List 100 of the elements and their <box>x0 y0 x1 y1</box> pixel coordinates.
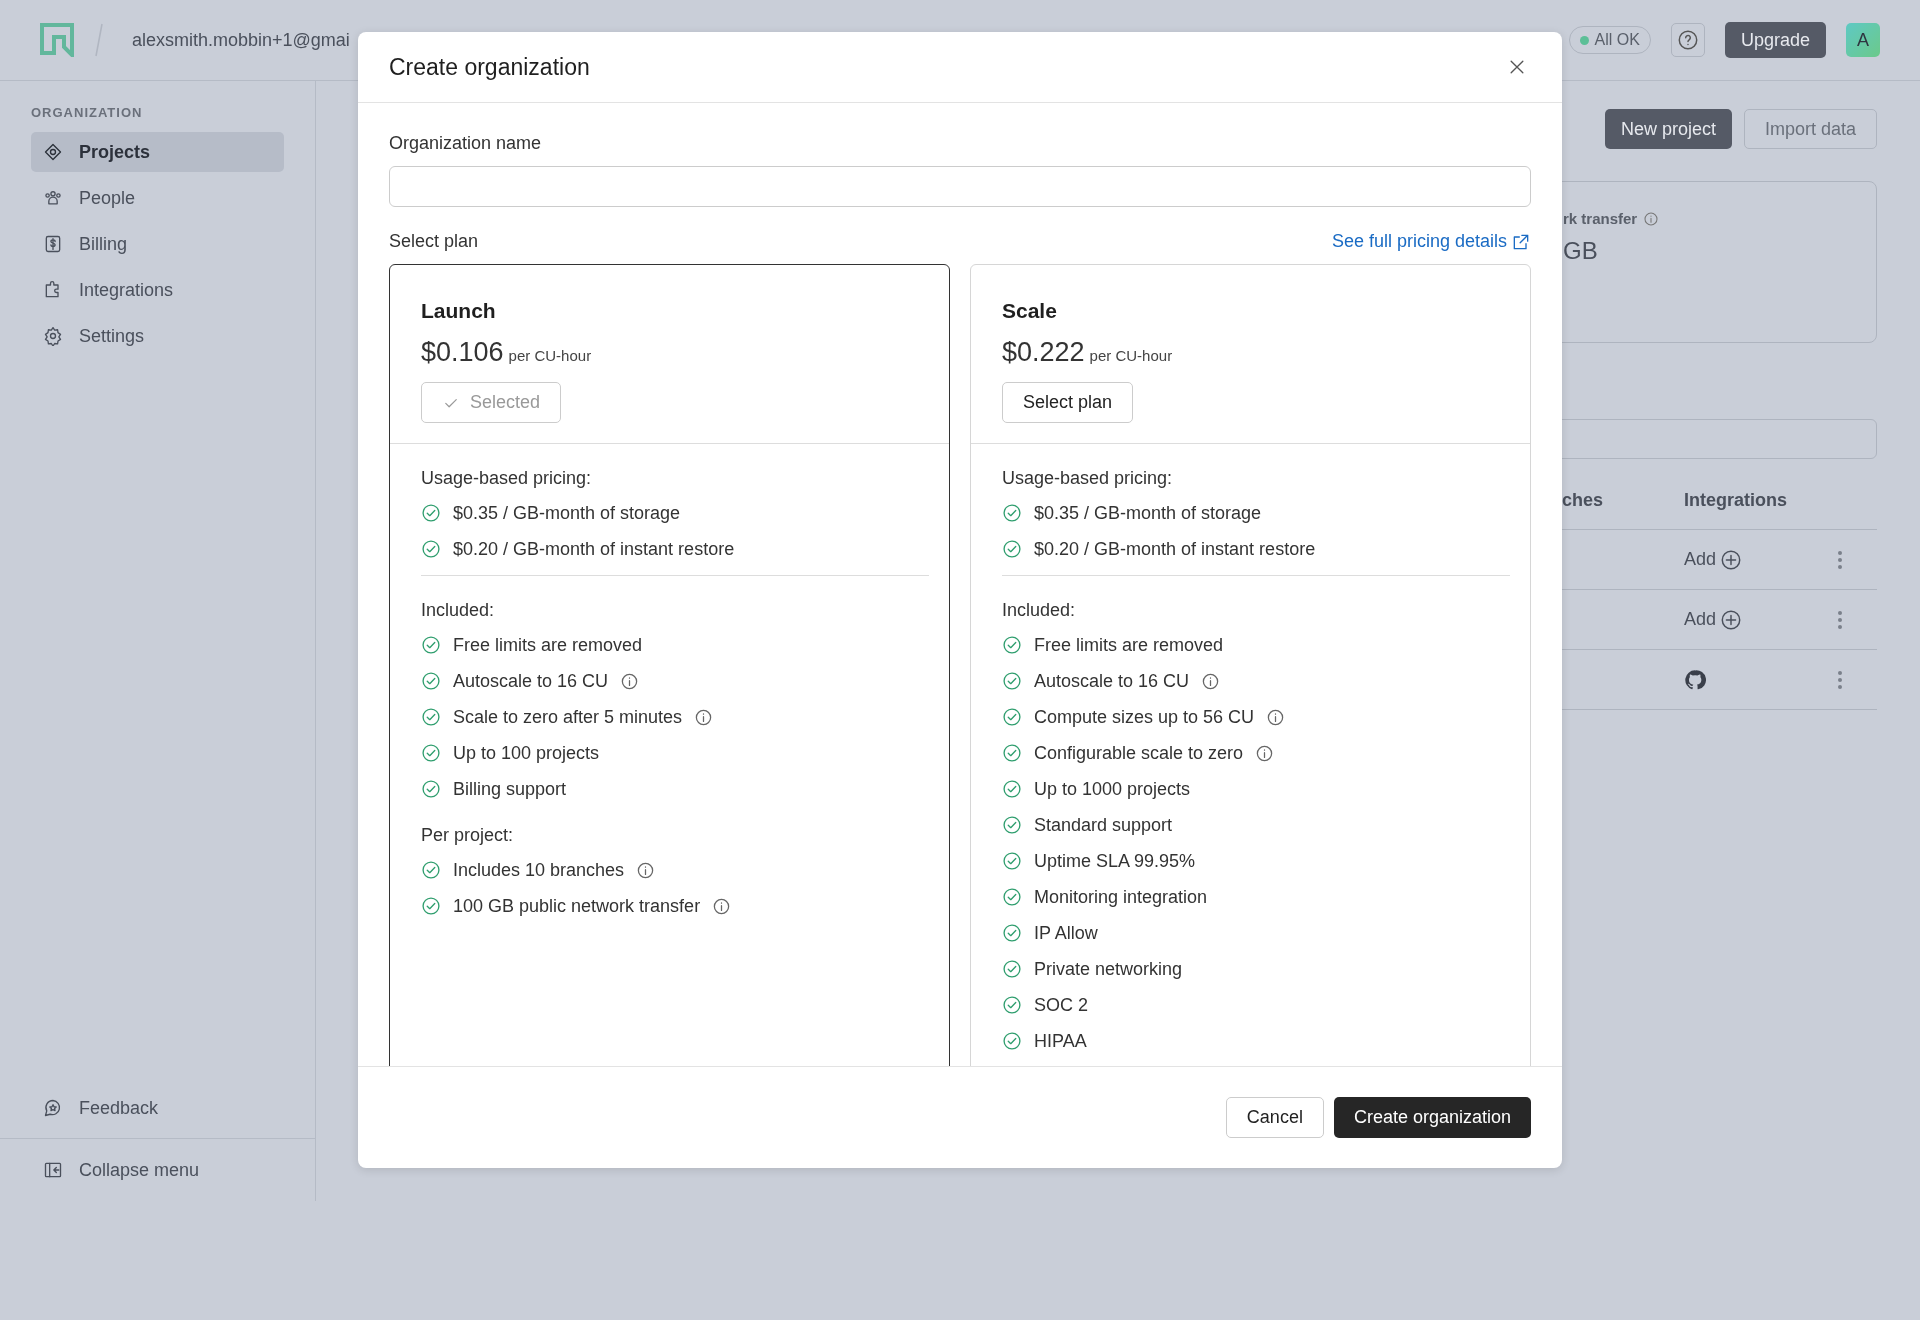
plan-card[interactable] <box>389 264 950 1066</box>
check-circle-icon <box>421 779 441 799</box>
feature-text: SOC 2 <box>1034 994 1089 1016</box>
check-circle-icon <box>1002 815 1022 835</box>
sidebar-item[interactable]: Projects <box>31 132 284 172</box>
stat-label: rk transfer <box>1563 210 1638 227</box>
feature-text: IP Allow <box>1034 922 1098 944</box>
github-icon <box>1684 668 1706 691</box>
pricing-link[interactable]: See full pricing details <box>1331 231 1531 252</box>
check-circle-icon <box>1002 635 1022 655</box>
info-icon <box>1255 743 1275 763</box>
feature-text: HIPAA <box>1034 1030 1087 1052</box>
info-icon <box>620 671 640 691</box>
check-circle-icon <box>1002 743 1022 763</box>
new-project-button[interactable]: New project <box>1604 109 1732 149</box>
more-icon[interactable] <box>1837 609 1843 630</box>
create-organization-button[interactable]: Create organization <box>1333 1097 1531 1138</box>
check-circle-icon <box>1002 959 1022 979</box>
feature-text: Billing support <box>453 778 567 800</box>
diamond-icon <box>43 142 63 162</box>
chat-star-icon <box>43 1098 63 1118</box>
check-circle-icon <box>1002 503 1022 523</box>
dialog-title: Create organization <box>389 53 590 81</box>
feature-text: Autoscale to 16 CU <box>453 670 609 692</box>
check-circle-icon <box>1002 707 1022 727</box>
feature-text: 100 GB public network transfer <box>453 895 701 917</box>
info-icon <box>636 860 656 880</box>
column-header: Integrations <box>1684 489 1788 511</box>
add-integration-link[interactable]: Add <box>1684 608 1837 631</box>
feature-text: Monitoring integration <box>1034 886 1208 908</box>
check-circle-icon <box>421 635 441 655</box>
check-circle-icon <box>1002 671 1022 691</box>
check-circle-icon <box>1002 1031 1022 1051</box>
gear-icon <box>43 326 63 346</box>
upgrade-button[interactable]: Upgrade <box>1724 22 1826 58</box>
sidebar-item[interactable]: Integrations <box>31 270 284 310</box>
account-email[interactable]: alexsmith.mobbin+1@gmai <box>132 29 350 51</box>
feature-text: $0.35 / GB-month of storage <box>453 502 681 524</box>
plan-name: Launch <box>421 299 497 323</box>
info-icon <box>694 707 714 727</box>
feature-text: Free limits are removed <box>453 634 643 656</box>
info-icon <box>1201 671 1221 691</box>
check-circle-icon <box>421 896 441 916</box>
help-button[interactable] <box>1670 23 1705 57</box>
info-icon <box>712 896 732 916</box>
feature-text: Scale to zero after 5 minutes <box>453 706 683 728</box>
info-icon <box>1266 707 1286 727</box>
check-circle-icon <box>421 671 441 691</box>
feature-text: Uptime SLA 99.95% <box>1034 850 1196 872</box>
feature-text: Autoscale to 16 CU <box>1034 670 1190 692</box>
select-plan-button[interactable]: Select plan <box>1002 382 1134 423</box>
check-circle-icon <box>1002 887 1022 907</box>
cancel-button[interactable]: Cancel <box>1225 1097 1324 1138</box>
plus-circle-icon <box>1720 548 1743 571</box>
feature-text: Standard support <box>1034 814 1173 836</box>
check-circle-icon <box>1002 539 1022 559</box>
feature-text: Configurable scale to zero <box>1034 742 1244 764</box>
people-icon <box>43 188 63 208</box>
check-circle-icon <box>421 539 441 559</box>
check-circle-icon <box>1002 851 1022 871</box>
feature-text: Up to 100 projects <box>453 742 600 764</box>
section-heading: Usage-based pricing: <box>421 468 593 489</box>
help-icon <box>1676 29 1699 51</box>
feature-text: $0.20 / GB-month of instant restore <box>1034 538 1316 560</box>
organization-name-field[interactable] <box>389 166 1531 207</box>
info-icon <box>1643 210 1660 227</box>
logo-icon <box>40 23 74 57</box>
feature-text: Compute sizes up to 56 CU <box>1034 706 1255 728</box>
section-heading: Per project: <box>421 825 515 846</box>
user-avatar[interactable]: A <box>1846 23 1880 57</box>
more-icon[interactable] <box>1837 549 1843 570</box>
feature-text: Private networking <box>1034 958 1183 980</box>
check-circle-icon <box>1002 995 1022 1015</box>
collapse-menu-button[interactable]: Collapse menu <box>0 1138 315 1201</box>
check-circle-icon <box>421 743 441 763</box>
feature-text: $0.35 / GB-month of storage <box>1034 502 1262 524</box>
collapse-icon <box>43 1160 63 1180</box>
check-circle-icon <box>421 503 441 523</box>
import-data-button[interactable]: Import data <box>1743 109 1877 149</box>
feature-text: Up to 1000 projects <box>1034 778 1191 800</box>
check-circle-icon <box>421 707 441 727</box>
sidebar-item[interactable]: Settings <box>31 316 284 356</box>
section-heading: Included: <box>421 600 496 621</box>
slash-divider <box>94 22 104 58</box>
check-circle-icon <box>421 860 441 880</box>
section-heading: Included: <box>1002 600 1077 621</box>
field-label: Organization name <box>389 133 543 154</box>
feature-text: Free limits are removed <box>1034 634 1224 656</box>
add-integration-link[interactable]: Add <box>1684 548 1837 571</box>
feature-text: Includes 10 branches <box>453 859 625 881</box>
feedback-link[interactable]: Feedback <box>0 1078 315 1138</box>
check-circle-icon <box>1002 923 1022 943</box>
column-header: ches <box>1562 489 1605 511</box>
plan-price: $0.222 <box>1002 337 1085 368</box>
section-heading: Usage-based pricing: <box>1002 468 1174 489</box>
sidebar-item[interactable]: Billing <box>31 224 284 264</box>
more-icon[interactable] <box>1837 669 1843 690</box>
sidebar-item[interactable]: People <box>31 178 284 218</box>
plan-name: Scale <box>1002 299 1058 323</box>
feature-text: $0.20 / GB-month of instant restore <box>453 538 735 560</box>
